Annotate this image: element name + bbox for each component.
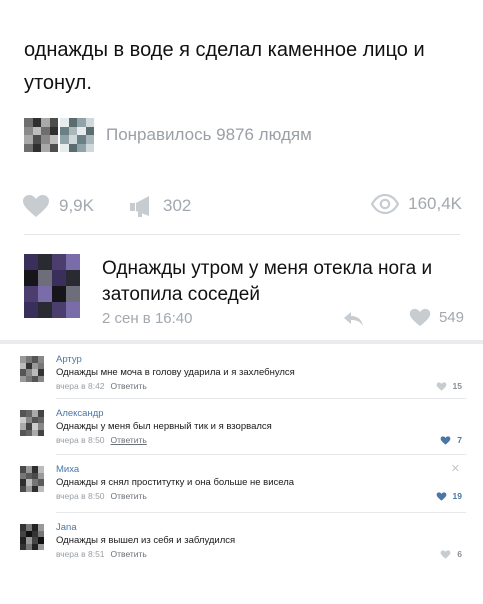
reply-icon[interactable] [342, 310, 364, 328]
avatar[interactable] [24, 254, 80, 318]
reply-button[interactable]: Ответить [111, 435, 147, 445]
comment-author[interactable]: Миха [56, 464, 79, 475]
comment-text: Однажды у меня был нервный тик и я взорв… [56, 421, 272, 432]
heart-icon [440, 435, 451, 445]
heart-icon [436, 381, 446, 391]
heart-icon [409, 308, 431, 327]
likes-count: 9,9K [59, 196, 94, 215]
liker-avatar [60, 118, 94, 152]
list-item: Артур Однажды мне моча в голову ударила … [20, 354, 470, 410]
heart-icon [436, 491, 446, 501]
heart-icon [23, 195, 49, 217]
comment-like-button[interactable]: 549 [409, 308, 464, 327]
comment-text: Однажды утром у меня отекла нога и затоп… [102, 258, 433, 305]
comment-time[interactable]: вчера в 8:50 [56, 435, 105, 445]
reply-button[interactable]: Ответить [111, 491, 147, 501]
comment-text: Однажды я вышел из себя и заблудился [56, 535, 236, 546]
megaphone-icon [130, 196, 149, 217]
comment-time[interactable]: 2 сен в 16:40 [102, 310, 192, 327]
repost-button[interactable]: 302 [128, 194, 191, 218]
liked-by-text: Понравилось 9876 людям [106, 125, 312, 144]
comment-time[interactable]: вчера в 8:42 [56, 381, 105, 391]
liked-by-row[interactable]: Понравилось 9876 людям [24, 118, 312, 152]
post-text: однажды в воде я сделал каменное лицо и … [24, 39, 425, 94]
comment-likes-count: 549 [438, 309, 464, 326]
featured-comment: Однажды утром у меня отекла нога и затоп… [24, 252, 464, 332]
list-item: Jana Однажды я вышел из себя и заблудилс… [20, 522, 470, 578]
eye-icon [371, 194, 400, 214]
comment-meta: вчера в 8:50 Ответить [56, 435, 147, 445]
views-count: 160,4K [408, 194, 462, 213]
reply-button[interactable]: Ответить [111, 381, 147, 391]
comment-text: Однажды я снял проститутку и она больше … [56, 477, 295, 488]
avatar[interactable] [20, 356, 44, 382]
views-counter: 160,4K [371, 194, 462, 214]
close-icon[interactable]: ✕ [451, 462, 460, 475]
comment-like-button[interactable]: 19 [436, 491, 462, 501]
avatar[interactable] [20, 524, 44, 550]
list-item: Александр Однажды у меня был нервный тик… [20, 408, 470, 464]
comment-author[interactable]: Артур [56, 354, 82, 365]
comment-likes-count: 19 [452, 491, 462, 501]
comment-author[interactable]: Jana [56, 522, 77, 533]
heart-icon [440, 549, 451, 559]
comment-meta: вчера в 8:51 Ответить [56, 549, 147, 559]
avatar[interactable] [20, 410, 44, 436]
liker-avatar [24, 118, 58, 152]
post-stats: 9,9K 302 160,4K [22, 194, 462, 222]
avatar[interactable] [20, 466, 44, 492]
comment-likes-count: 15 [452, 381, 462, 391]
comment-time[interactable]: вчера в 8:51 [56, 549, 105, 559]
comment-like-button[interactable]: 7 [440, 435, 462, 445]
comments-list: Артур Однажды мне моча в голову ударила … [0, 344, 483, 604]
like-button[interactable]: 9,9K [22, 194, 94, 218]
comment-time[interactable]: вчера в 8:50 [56, 491, 105, 501]
divider [56, 398, 466, 399]
post-card: однажды в воде я сделал каменное лицо и … [0, 0, 483, 340]
reposts-count: 302 [163, 196, 192, 215]
comment-meta: вчера в 8:50 Ответить [56, 491, 147, 501]
divider [56, 512, 466, 513]
divider [56, 454, 466, 455]
comment-like-button[interactable]: 15 [436, 381, 462, 391]
comment-author[interactable]: Александр [56, 408, 104, 419]
comment-like-button[interactable]: 6 [440, 549, 462, 559]
reply-button[interactable]: Ответить [111, 549, 147, 559]
comment-likes-count: 7 [457, 435, 462, 445]
comment-likes-count: 6 [457, 549, 462, 559]
divider [24, 234, 460, 235]
comment-meta: вчера в 8:42 Ответить [56, 381, 147, 391]
comment-text: Однажды мне моча в голову ударила и я за… [56, 367, 295, 378]
